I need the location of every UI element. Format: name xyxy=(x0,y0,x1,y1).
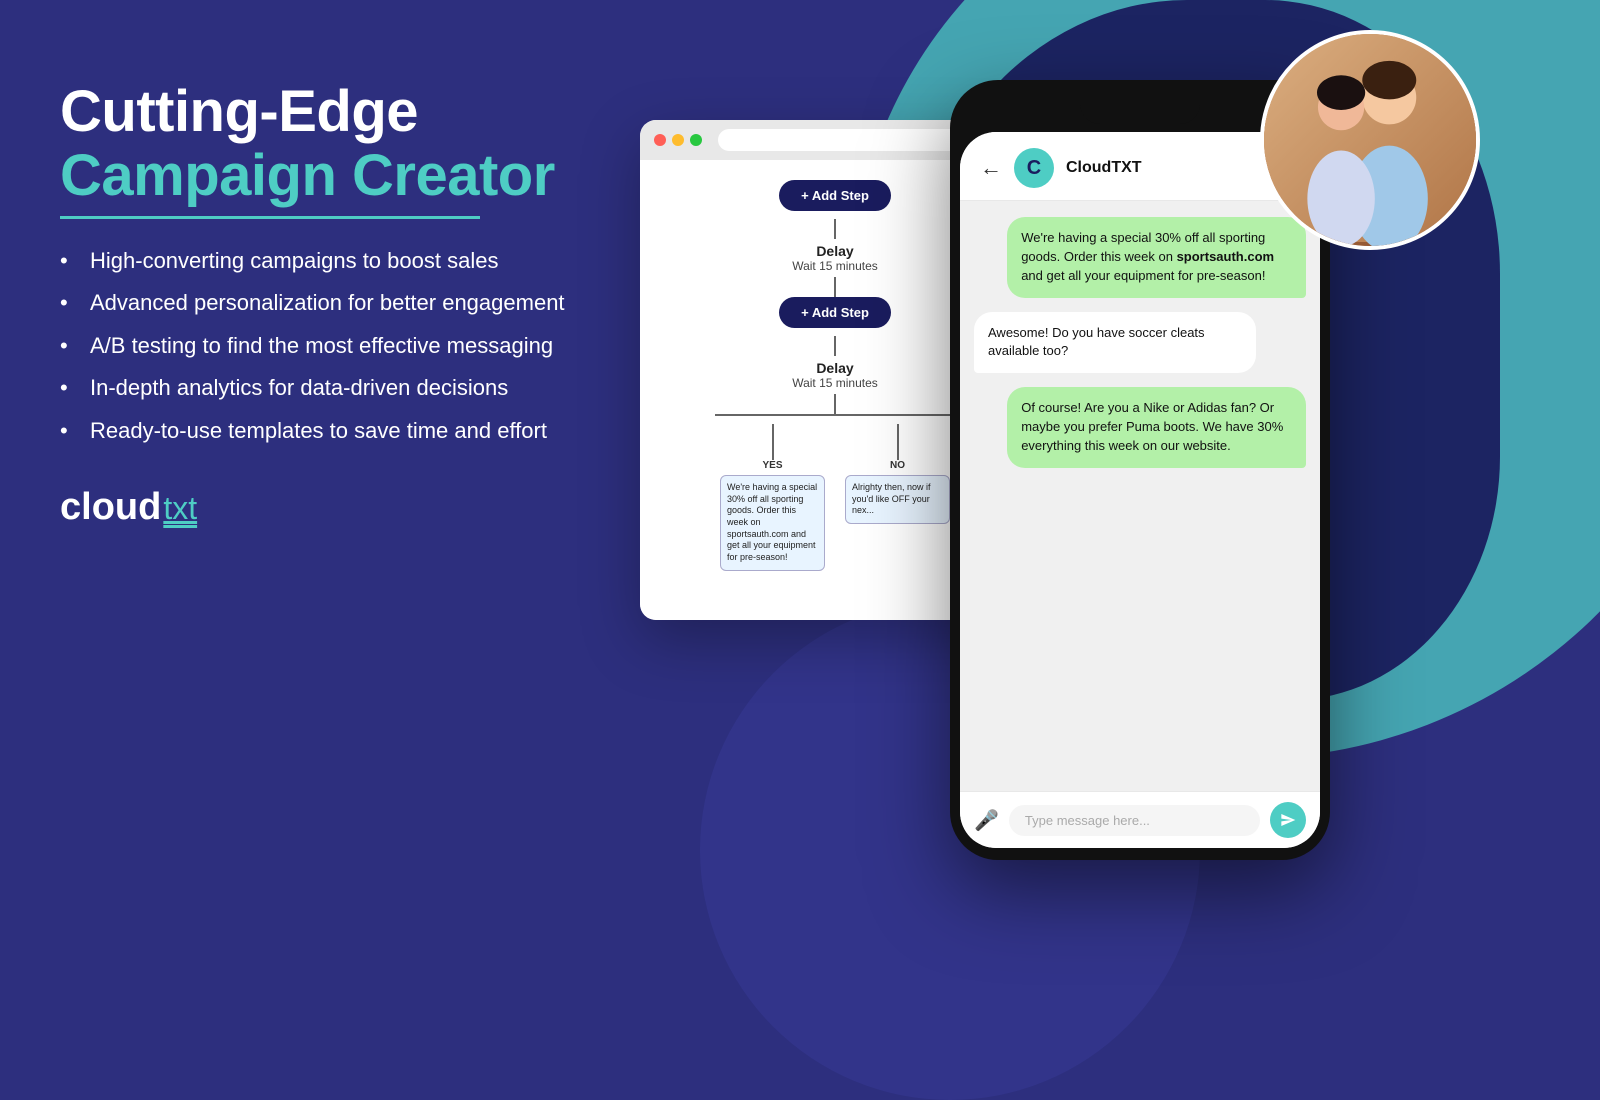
flow-branch: YES We're having a special 30% off all s… xyxy=(715,424,955,571)
phone-screen: ← C CloudTXT 📞 We're having a special 30… xyxy=(960,132,1320,848)
left-panel: Cutting-Edge Campaign Creator High-conve… xyxy=(60,80,610,529)
branch-horizontal-line xyxy=(715,414,955,416)
phone-mockup: ← C CloudTXT 📞 We're having a special 30… xyxy=(950,80,1330,860)
bullet-2: Advanced personalization for better enga… xyxy=(60,289,610,318)
branch-yes-label: YES xyxy=(762,460,782,471)
title-underline xyxy=(60,216,480,219)
send-button[interactable] xyxy=(1270,802,1306,838)
branch-no-line xyxy=(897,444,899,460)
contact-name: CloudTXT xyxy=(1066,159,1263,177)
flow-connector-4 xyxy=(834,394,836,414)
bullet-4: In-depth analytics for data-driven decis… xyxy=(60,374,610,403)
flow-connector-2 xyxy=(834,277,836,297)
title-white: Cutting-Edge xyxy=(60,80,610,144)
delay-node-1: Delay Wait 15 minutes xyxy=(792,243,878,273)
branch-yes: YES We're having a special 30% off all s… xyxy=(715,424,830,571)
send-icon xyxy=(1280,812,1296,828)
branch-yes-box: We're having a special 30% off all sport… xyxy=(720,475,825,571)
browser-dot-red xyxy=(654,134,666,146)
logo: cloud txt xyxy=(60,486,610,529)
profile-svg xyxy=(1264,34,1476,246)
profile-photo xyxy=(1260,30,1480,250)
delay-1-subtitle: Wait 15 minutes xyxy=(792,259,878,273)
phone-messages: We're having a special 30% off all sport… xyxy=(960,201,1320,791)
add-step-button-2[interactable]: + Add Step xyxy=(779,297,891,328)
delay-2-title: Delay xyxy=(792,360,878,376)
browser-dot-green xyxy=(690,134,702,146)
delay-node-2: Delay Wait 15 minutes xyxy=(792,360,878,390)
feature-list: High-converting campaigns to boost sales… xyxy=(60,247,610,446)
browser-dot-yellow xyxy=(672,134,684,146)
add-step-button-1[interactable]: + Add Step xyxy=(779,180,891,211)
title-teal: Campaign Creator xyxy=(60,144,610,208)
bold-link: sportsauth.com xyxy=(1177,249,1275,264)
delay-2-subtitle: Wait 15 minutes xyxy=(792,376,878,390)
branch-no: NO Alrighty then, now if you'd like OFF … xyxy=(840,424,955,524)
microphone-icon[interactable]: 🎤 xyxy=(974,808,999,833)
delay-1-title: Delay xyxy=(792,243,878,259)
flow-connector-1 xyxy=(834,219,836,239)
message-sent-1: We're having a special 30% off all sport… xyxy=(1007,217,1306,298)
logo-cloud-text: cloud xyxy=(60,486,161,529)
message-input[interactable]: Type message here... xyxy=(1009,805,1260,836)
message-received-1: Awesome! Do you have soccer cleats avail… xyxy=(974,312,1256,374)
bullet-5: Ready-to-use templates to save time and … xyxy=(60,417,610,446)
logo-txt-text: txt xyxy=(163,490,197,527)
phone-input-bar: 🎤 Type message here... xyxy=(960,791,1320,848)
contact-avatar: C xyxy=(1014,148,1054,188)
back-button[interactable]: ← xyxy=(980,155,1002,181)
phone-notch xyxy=(1080,96,1200,124)
branch-yes-line xyxy=(772,444,774,460)
branch-no-box: Alrighty then, now if you'd like OFF you… xyxy=(845,475,950,524)
message-input-placeholder: Type message here... xyxy=(1025,813,1150,828)
flow-connector-3 xyxy=(834,336,836,356)
branch-no-label: NO xyxy=(890,460,905,471)
bullet-3: A/B testing to find the most effective m… xyxy=(60,332,610,361)
message-sent-2: Of course! Are you a Nike or Adidas fan?… xyxy=(1007,387,1306,468)
profile-photo-inner xyxy=(1264,34,1476,246)
bullet-1: High-converting campaigns to boost sales xyxy=(60,247,610,276)
